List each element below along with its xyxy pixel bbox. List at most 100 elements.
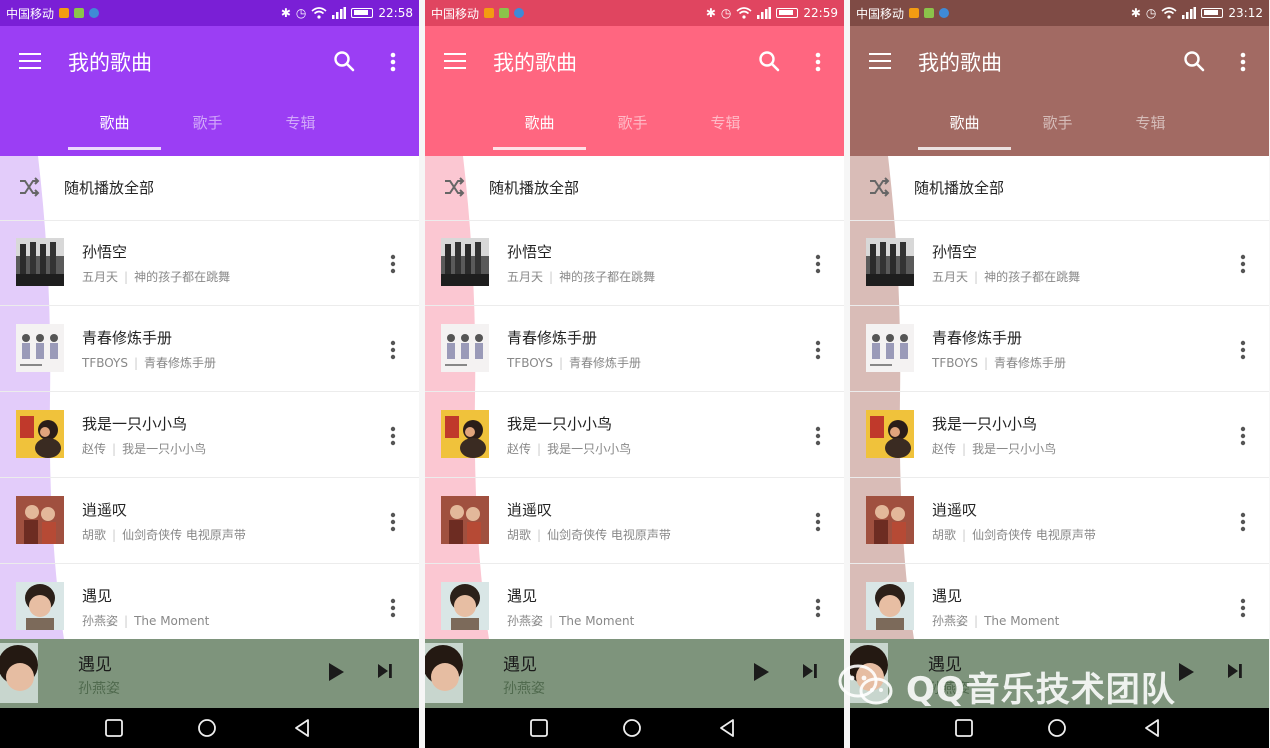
song-row[interactable]: 孙悟空 五月天 | 神的孩子都在跳舞 (0, 220, 419, 306)
song-more-icon[interactable] (1237, 424, 1249, 448)
notification-icon (514, 8, 525, 18)
song-artist: 孙燕姿 (507, 614, 544, 628)
home-icon[interactable] (1047, 718, 1067, 738)
song-row[interactable]: 逍遥叹 胡歌 | 仙剑奇侠传 电视原声带 (425, 478, 844, 564)
song-more-icon[interactable] (812, 424, 824, 448)
system-nav-bar (425, 708, 844, 748)
battery-icon (351, 8, 374, 18)
back-icon[interactable] (1142, 718, 1162, 738)
signal-icon (757, 7, 772, 19)
song-list: 随机播放全部 孙悟空 五月天 | 神的孩子都在跳舞 青春修炼手册 TFBOYS | 青春… (425, 156, 844, 639)
overflow-menu-icon[interactable] (1235, 50, 1251, 74)
song-more-icon[interactable] (1237, 596, 1249, 620)
page-title: 我的歌曲 (918, 51, 1002, 75)
song-more-icon[interactable] (387, 596, 399, 620)
carrier-label: 中国移动 (856, 6, 905, 21)
tab-songs[interactable]: 歌曲 (918, 106, 1011, 150)
search-icon[interactable] (333, 50, 355, 72)
mini-player[interactable]: 遇见 孙燕姿 (0, 639, 419, 708)
tab-albums[interactable]: 专辑 (679, 106, 772, 150)
tab-albums[interactable]: 专辑 (254, 106, 347, 150)
shuffle-icon (870, 177, 890, 197)
play-icon[interactable] (751, 661, 771, 683)
song-row[interactable]: 孙悟空 五月天 | 神的孩子都在跳舞 (850, 220, 1269, 306)
overflow-menu-icon[interactable] (385, 50, 401, 74)
song-album: 青春修炼手册 (994, 356, 1067, 370)
shuffle-all-row[interactable]: 随机播放全部 (425, 156, 844, 221)
play-icon[interactable] (1176, 661, 1196, 683)
play-icon[interactable] (326, 661, 346, 683)
skip-next-icon[interactable] (801, 661, 819, 681)
page-title: 我的歌曲 (493, 51, 577, 75)
shuffle-all-row[interactable]: 随机播放全部 (0, 156, 419, 221)
recent-apps-icon[interactable] (104, 718, 124, 738)
home-icon[interactable] (622, 718, 642, 738)
song-more-icon[interactable] (1237, 510, 1249, 534)
back-icon[interactable] (717, 718, 737, 738)
song-row[interactable]: 青春修炼手册 TFBOYS | 青春修炼手册 (0, 306, 419, 392)
song-title: 我是一只小小鸟 (932, 415, 1038, 433)
search-icon[interactable] (758, 50, 780, 72)
song-row[interactable]: 孙悟空 五月天 | 神的孩子都在跳舞 (425, 220, 844, 306)
back-icon[interactable] (292, 718, 312, 738)
menu-icon[interactable] (444, 53, 466, 69)
alarm-icon: ◷ (1145, 6, 1157, 20)
song-more-icon[interactable] (812, 252, 824, 276)
song-subtitle: 赵传 | 我是一只小小鸟 (932, 442, 1057, 456)
song-row[interactable]: 遇见 孙燕姿 | The Moment (425, 564, 844, 639)
tab-artists[interactable]: 歌手 (161, 106, 254, 150)
song-list: 随机播放全部 孙悟空 五月天 | 神的孩子都在跳舞 青春修炼手册 TFBOYS | 青春… (0, 156, 419, 639)
home-icon[interactable] (197, 718, 217, 738)
song-row[interactable]: 青春修炼手册 TFBOYS | 青春修炼手册 (425, 306, 844, 392)
song-more-icon[interactable] (387, 510, 399, 534)
app-bar: 我的歌曲 歌曲 歌手 专辑 (0, 26, 419, 156)
tab-songs[interactable]: 歌曲 (68, 106, 161, 150)
song-row[interactable]: 我是一只小小鸟 赵传 | 我是一只小小鸟 (425, 392, 844, 478)
song-more-icon[interactable] (812, 510, 824, 534)
skip-next-icon[interactable] (1226, 661, 1244, 681)
album-cover (441, 238, 489, 286)
song-row[interactable]: 遇见 孙燕姿 | The Moment (0, 564, 419, 639)
song-more-icon[interactable] (387, 424, 399, 448)
song-row[interactable]: 逍遥叹 胡歌 | 仙剑奇侠传 电视原声带 (850, 478, 1269, 564)
song-subtitle: TFBOYS | 青春修炼手册 (932, 356, 1067, 370)
shuffle-all-row[interactable]: 随机播放全部 (850, 156, 1269, 221)
song-album: 仙剑奇侠传 电视原声带 (547, 528, 671, 542)
menu-icon[interactable] (869, 53, 891, 69)
tab-songs[interactable]: 歌曲 (493, 106, 586, 150)
song-more-icon[interactable] (387, 252, 399, 276)
notification-icon (939, 8, 950, 18)
recent-apps-icon[interactable] (954, 718, 974, 738)
song-row[interactable]: 逍遥叹 胡歌 | 仙剑奇侠传 电视原声带 (0, 478, 419, 564)
song-subtitle: 孙燕姿 | The Moment (507, 614, 635, 628)
tab-albums[interactable]: 专辑 (1104, 106, 1197, 150)
mini-player[interactable]: 遇见 孙燕姿 (425, 639, 844, 708)
song-more-icon[interactable] (1237, 252, 1249, 276)
song-more-icon[interactable] (812, 596, 824, 620)
song-subtitle: 孙燕姿 | The Moment (932, 614, 1060, 628)
album-cover (866, 496, 914, 544)
search-icon[interactable] (1183, 50, 1205, 72)
song-row[interactable]: 我是一只小小鸟 赵传 | 我是一只小小鸟 (850, 392, 1269, 478)
album-cover (866, 324, 914, 372)
song-more-icon[interactable] (812, 338, 824, 362)
song-title: 逍遥叹 (82, 501, 128, 519)
player-song-title: 遇见 (503, 655, 537, 675)
tab-artists[interactable]: 歌手 (1011, 106, 1104, 150)
skip-next-icon[interactable] (376, 661, 394, 681)
song-subtitle: 胡歌 | 仙剑奇侠传 电视原声带 (932, 528, 1096, 542)
song-more-icon[interactable] (1237, 338, 1249, 362)
song-more-icon[interactable] (387, 338, 399, 362)
song-row[interactable]: 我是一只小小鸟 赵传 | 我是一只小小鸟 (0, 392, 419, 478)
recent-apps-icon[interactable] (529, 718, 549, 738)
battery-icon (776, 8, 799, 18)
menu-icon[interactable] (19, 53, 41, 69)
shuffle-icon (445, 177, 465, 197)
tab-artists[interactable]: 歌手 (586, 106, 679, 150)
song-row[interactable]: 遇见 孙燕姿 | The Moment (850, 564, 1269, 639)
song-row[interactable]: 青春修炼手册 TFBOYS | 青春修炼手册 (850, 306, 1269, 392)
signal-icon (332, 7, 347, 19)
wechat-logo-icon (838, 664, 893, 705)
overflow-menu-icon[interactable] (810, 50, 826, 74)
alarm-icon: ◷ (720, 6, 732, 20)
